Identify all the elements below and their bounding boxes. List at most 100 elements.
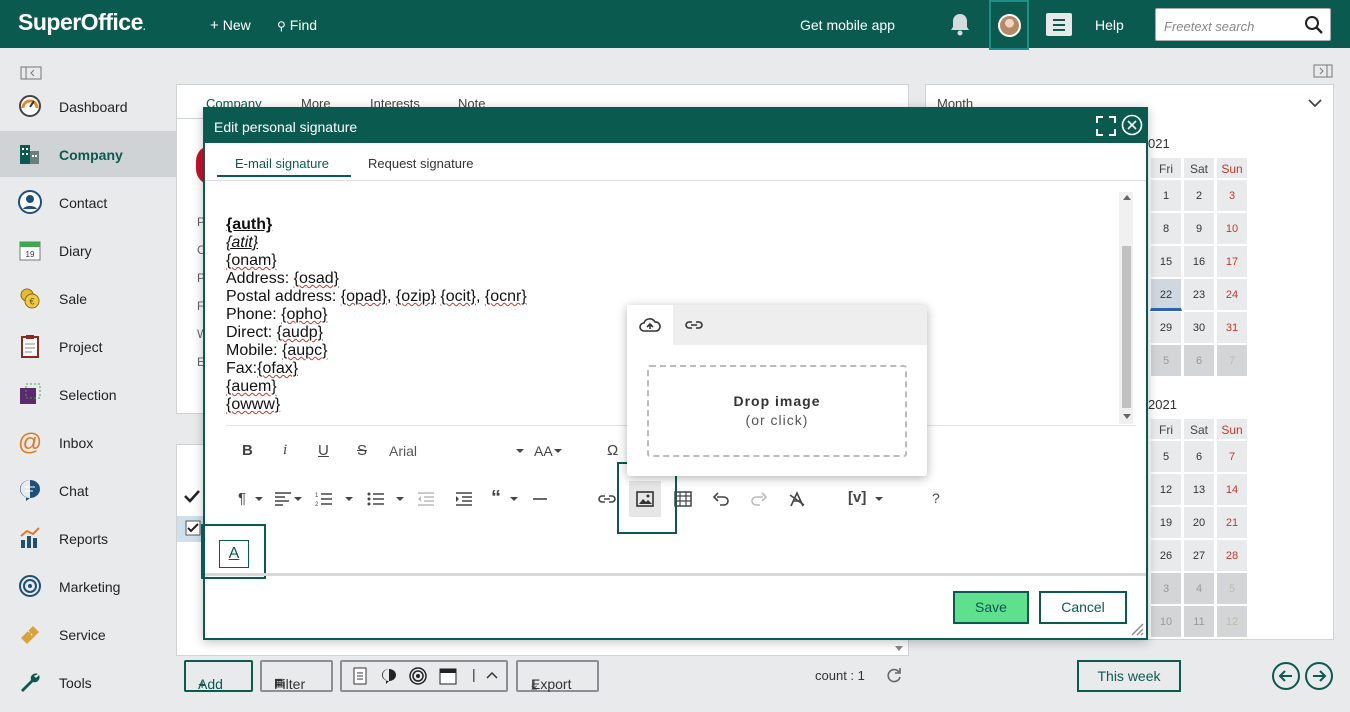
- calendar-day[interactable]: 12: [1150, 473, 1182, 506]
- calendar-day[interactable]: 20: [1183, 506, 1215, 539]
- chevron-down-icon[interactable]: [345, 497, 353, 501]
- help-link[interactable]: Help: [1095, 17, 1124, 33]
- app-logo[interactable]: SuperOffice.: [18, 9, 146, 36]
- new-button[interactable]: + New: [210, 17, 251, 34]
- scroll-up-icon[interactable]: [1123, 195, 1131, 200]
- search-icon[interactable]: [1304, 15, 1324, 35]
- calendar-day[interactable]: 4: [1183, 572, 1215, 605]
- font-size-button[interactable]: AA: [534, 443, 553, 459]
- horizontal-line-icon[interactable]: [531, 491, 549, 507]
- calendar-day[interactable]: 1: [1150, 179, 1182, 212]
- calendar-day[interactable]: 9: [1183, 212, 1215, 245]
- chat-icon[interactable]: [380, 667, 398, 685]
- special-char-button[interactable]: Ω: [607, 442, 618, 459]
- export-button[interactable]: ⤓ Export: [516, 660, 599, 692]
- outdent-icon[interactable]: [417, 491, 435, 507]
- link-icon[interactable]: [597, 491, 617, 507]
- calendar-day[interactable]: 27: [1183, 539, 1215, 572]
- text-style-icon[interactable]: A: [219, 540, 249, 568]
- sidebar-item-company[interactable]: Company: [0, 131, 176, 177]
- close-icon[interactable]: [1121, 114, 1143, 136]
- calendar-icon[interactable]: [439, 667, 457, 685]
- row-checkbox-icon[interactable]: [185, 520, 201, 536]
- calendar-day[interactable]: 16: [1183, 245, 1215, 278]
- font-family-select[interactable]: Arial: [389, 443, 417, 459]
- collapse-sidebar-icon[interactable]: [20, 66, 42, 80]
- clear-formatting-icon[interactable]: [788, 491, 806, 507]
- editor-scrollbar-thumb[interactable]: [1122, 246, 1131, 408]
- calendar-day[interactable]: 5: [1216, 572, 1248, 605]
- calendar-day[interactable]: 3: [1150, 572, 1182, 605]
- tab-request-signature[interactable]: Request signature: [368, 156, 474, 171]
- signature-editor[interactable]: {auth} {atit} {onam} Address: {osad} Pos…: [226, 216, 527, 414]
- sidebar-item-chat[interactable]: Chat: [0, 467, 176, 513]
- calendar-day[interactable]: 24: [1216, 278, 1248, 311]
- calendar-day[interactable]: 14: [1216, 473, 1248, 506]
- chevron-down-icon[interactable]: [255, 497, 263, 501]
- sidebar-item-inbox[interactable]: @ Inbox: [0, 419, 176, 465]
- chevron-up-icon[interactable]: [486, 670, 498, 682]
- chevron-down-icon[interactable]: [554, 449, 562, 453]
- cancel-button[interactable]: Cancel: [1039, 591, 1127, 624]
- arrow-left-icon[interactable]: [1272, 662, 1300, 690]
- sidebar-item-dashboard[interactable]: Dashboard: [0, 83, 176, 129]
- get-mobile-app-link[interactable]: Get mobile app: [800, 17, 895, 33]
- select-all-checkbox-icon[interactable]: [183, 487, 201, 505]
- undo-icon[interactable]: [712, 491, 730, 507]
- save-button[interactable]: Save: [953, 591, 1029, 624]
- calendar-day[interactable]: 10: [1150, 605, 1182, 638]
- calendar-day[interactable]: 2: [1183, 179, 1215, 212]
- image-drop-zone[interactable]: Drop image (or click): [647, 365, 907, 457]
- calendar-day[interactable]: 30: [1183, 311, 1215, 344]
- calendar-day[interactable]: 7: [1216, 344, 1248, 377]
- calendar-day[interactable]: 26: [1150, 539, 1182, 572]
- calendar-day[interactable]: 19: [1150, 506, 1182, 539]
- table-icon[interactable]: [674, 491, 692, 507]
- sidebar-item-selection[interactable]: Selection: [0, 371, 176, 417]
- strikethrough-button[interactable]: S: [357, 442, 367, 459]
- calendar-day[interactable]: 17: [1216, 245, 1248, 278]
- chevron-down-icon[interactable]: [1307, 95, 1323, 111]
- calendar-day[interactable]: 6: [1183, 440, 1215, 473]
- refresh-icon[interactable]: [885, 667, 903, 685]
- calendar-day[interactable]: 13: [1183, 473, 1215, 506]
- calendar-day[interactable]: 23: [1183, 278, 1215, 311]
- expand-panel-icon[interactable]: [1313, 64, 1333, 78]
- redo-icon[interactable]: [750, 491, 768, 507]
- calendar-day[interactable]: 22: [1150, 278, 1182, 311]
- fullscreen-icon[interactable]: [1095, 115, 1117, 137]
- insert-variable-button[interactable]: [v]: [848, 489, 866, 506]
- insert-image-icon[interactable]: [636, 491, 654, 507]
- arrow-right-icon[interactable]: [1305, 662, 1333, 690]
- sidebar-item-marketing[interactable]: Marketing: [0, 563, 176, 609]
- blockquote-button[interactable]: “: [491, 487, 501, 510]
- italic-button[interactable]: i: [283, 442, 287, 459]
- hamburger-menu-icon[interactable]: [1046, 13, 1072, 36]
- calendar-day[interactable]: 12: [1216, 605, 1248, 638]
- user-avatar-button[interactable]: [989, 0, 1029, 50]
- bold-button[interactable]: B: [242, 442, 253, 459]
- calendar-day[interactable]: 29: [1150, 311, 1182, 344]
- calendar-day[interactable]: 7: [1216, 440, 1248, 473]
- find-button[interactable]: ⚲ Find: [277, 17, 317, 33]
- sidebar-item-diary[interactable]: 19 Diary: [0, 227, 176, 273]
- calendar-day[interactable]: 21: [1216, 506, 1248, 539]
- help-button[interactable]: ?: [932, 490, 940, 506]
- calendar-day[interactable]: 5: [1150, 440, 1182, 473]
- chevron-down-icon[interactable]: [510, 497, 518, 501]
- tab-email-signature[interactable]: E-mail signature: [235, 156, 329, 171]
- underline-button[interactable]: U: [318, 442, 329, 459]
- bullet-list-icon[interactable]: [367, 491, 385, 507]
- document-icon[interactable]: [351, 667, 369, 685]
- ordered-list-icon[interactable]: 12: [315, 491, 333, 507]
- sidebar-item-project[interactable]: Project: [0, 323, 176, 369]
- calendar-day[interactable]: 28: [1216, 539, 1248, 572]
- chevron-down-icon[interactable]: [396, 497, 404, 501]
- align-left-icon[interactable]: [274, 491, 292, 507]
- tab-upload[interactable]: [627, 305, 673, 345]
- calendar-day[interactable]: 15: [1150, 245, 1182, 278]
- sidebar-item-tools[interactable]: Tools: [0, 659, 176, 705]
- filter-button[interactable]: ▦ Filter: [260, 660, 333, 692]
- calendar-day[interactable]: 5: [1150, 344, 1182, 377]
- sidebar-item-service[interactable]: Service: [0, 611, 176, 657]
